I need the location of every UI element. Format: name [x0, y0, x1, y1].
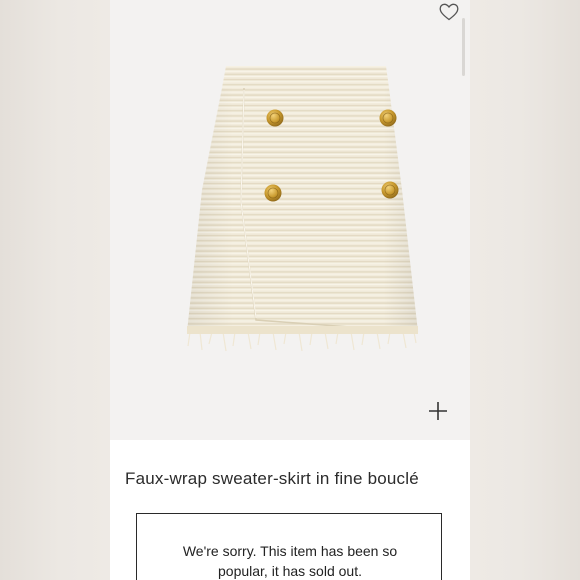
- product-image-area: [110, 0, 470, 440]
- wishlist-button[interactable]: [436, 0, 462, 24]
- sold-out-message: We're sorry. This item has been so popul…: [182, 543, 398, 579]
- screenshot-background: Faux-wrap sweater-skirt in fine bouclé W…: [0, 0, 580, 580]
- plus-icon: [429, 402, 447, 420]
- product-title: Faux-wrap sweater-skirt in fine bouclé: [125, 469, 419, 488]
- heart-outline-icon: [439, 3, 459, 21]
- zoom-button[interactable]: [423, 396, 453, 426]
- product-image: [187, 66, 419, 352]
- scrollbar[interactable]: [462, 18, 465, 76]
- product-info: Faux-wrap sweater-skirt in fine bouclé W…: [110, 440, 470, 580]
- product-page: Faux-wrap sweater-skirt in fine bouclé W…: [110, 0, 470, 580]
- sold-out-notice: We're sorry. This item has been so popul…: [136, 513, 442, 580]
